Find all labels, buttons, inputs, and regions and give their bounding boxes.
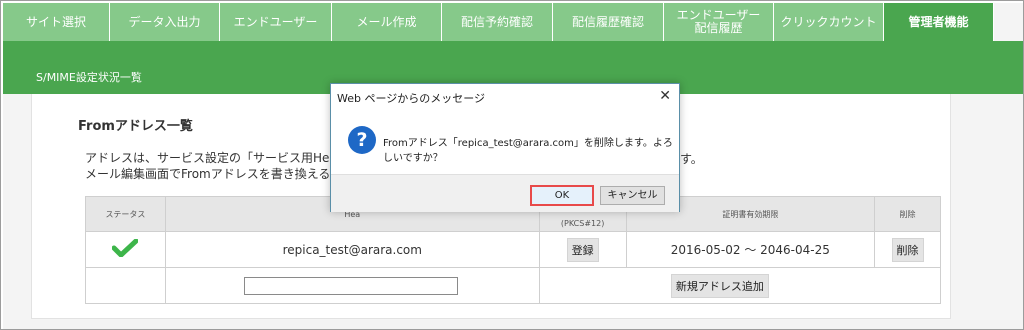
check-icon bbox=[112, 239, 139, 257]
description: アドレスは、サービス設定の「サービス用Header F メール編集画面でFrom… bbox=[85, 150, 367, 182]
nav-history[interactable]: 配信履歴確認 bbox=[553, 3, 664, 41]
register-button[interactable]: 登録 bbox=[566, 237, 599, 262]
nav-site-select[interactable]: サイト選択 bbox=[3, 3, 110, 41]
confirm-dialog: Web ページからのメッセージ ✕ ? Fromアドレス「repica_test… bbox=[330, 83, 680, 212]
question-icon: ? bbox=[348, 126, 376, 154]
ok-button[interactable]: OK bbox=[530, 185, 594, 206]
status-cell bbox=[85, 231, 166, 268]
nav-data-io[interactable]: データ入出力 bbox=[110, 3, 220, 41]
table-add-row: 新規アドレス追加 bbox=[85, 267, 942, 304]
add-address-button[interactable]: 新規アドレス追加 bbox=[670, 273, 769, 298]
delete-cell: 削除 bbox=[874, 231, 941, 268]
nav-admin[interactable]: 管理者機能 bbox=[884, 3, 994, 41]
description-line-1: アドレスは、サービス設定の「サービス用Header F bbox=[85, 151, 368, 165]
dialog-title: Web ページからのメッセージ bbox=[331, 84, 679, 108]
nav-end-user-history[interactable]: エンドユーザー 配信履歴 bbox=[664, 3, 774, 41]
page-title: S/MIME設定状況一覧 bbox=[36, 71, 142, 84]
close-icon[interactable]: ✕ bbox=[659, 88, 671, 104]
new-address-input[interactable] bbox=[243, 276, 458, 295]
header-delete: 削除 bbox=[874, 196, 941, 232]
add-input-cell bbox=[164, 267, 540, 304]
dialog-footer: OK キャンセル bbox=[331, 174, 679, 212]
app-window: サイト選択 データ入出力 エンドユーザー メール作成 配信予約確認 配信履歴確認… bbox=[0, 0, 1024, 330]
delete-button[interactable]: 削除 bbox=[891, 237, 924, 262]
nav-mail-create[interactable]: メール作成 bbox=[332, 3, 442, 41]
description-tail: す。 bbox=[680, 152, 703, 166]
main-nav: サイト選択 データ入出力 エンドユーザー メール作成 配信予約確認 配信履歴確認… bbox=[3, 3, 1023, 41]
table-row: repica_test@arara.com 登録 2016-05-02 ～ 20… bbox=[85, 231, 941, 268]
nav-end-user[interactable]: エンドユーザー bbox=[220, 3, 332, 41]
address-cell: repica_test@arara.com bbox=[164, 231, 540, 268]
description-line-2: メール編集画面でFromアドレスを書き換える場合、 bbox=[85, 167, 367, 181]
nav-reservation[interactable]: 配信予約確認 bbox=[442, 3, 553, 41]
register-cell: 登録 bbox=[538, 231, 627, 268]
validity-cell: 2016-05-02 ～ 2046-04-25 bbox=[625, 231, 876, 268]
add-row-empty-cell bbox=[85, 267, 166, 304]
cancel-button[interactable]: キャンセル bbox=[600, 186, 665, 205]
dialog-message: Fromアドレス「repica_test@arara.com」を削除します。よろ… bbox=[383, 138, 673, 164]
from-address-table: ステータス Hea (PKCS#12) 証明書有効期限 削除 repica_te… bbox=[85, 196, 942, 304]
nav-click-count[interactable]: クリックカウント bbox=[774, 3, 884, 41]
header-status: ステータス bbox=[85, 196, 166, 232]
add-button-cell: 新規アドレス追加 bbox=[538, 267, 942, 304]
section-title: Fromアドレス一覧 bbox=[78, 119, 193, 134]
dialog-body: ? Fromアドレス「repica_test@arara.com」を削除します。… bbox=[331, 108, 679, 174]
